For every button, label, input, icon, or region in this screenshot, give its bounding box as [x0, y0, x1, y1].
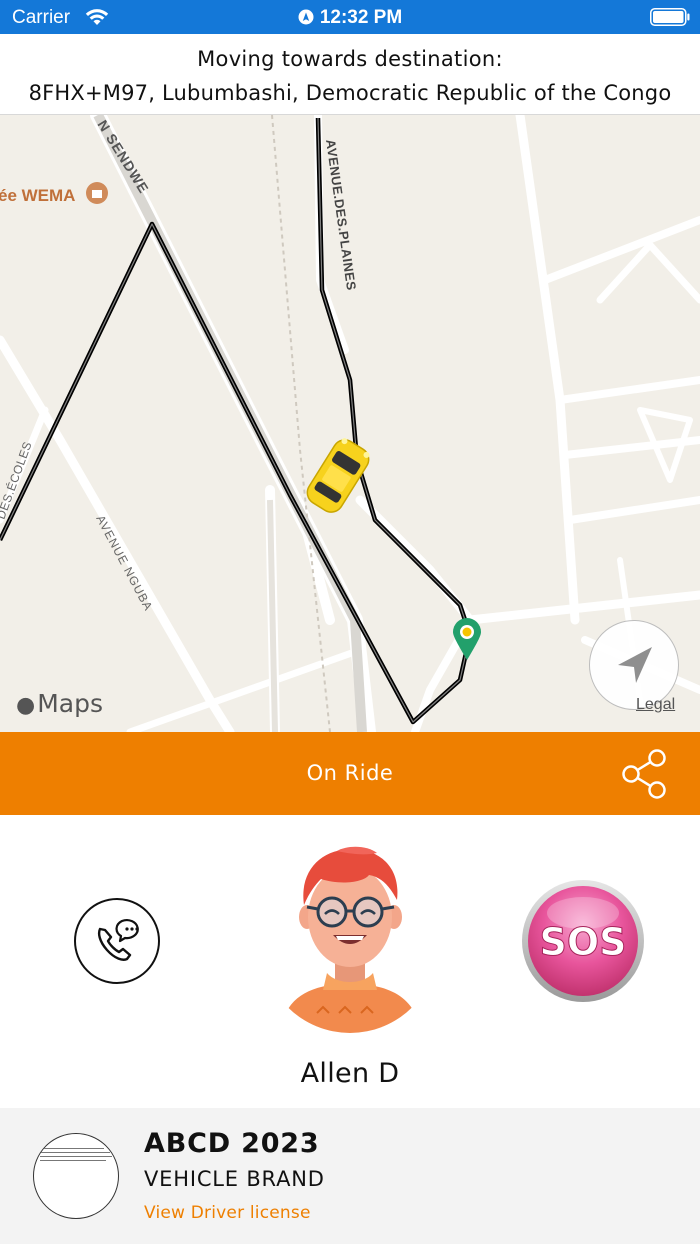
map-view[interactable]: ée WEMA N SENDWE AVENUE.DES.PLAINES AVEN… [0, 115, 700, 732]
share-icon [622, 749, 666, 799]
map-canvas: ée WEMA N SENDWE AVENUE.DES.PLAINES AVEN… [0, 115, 700, 732]
status-bar: Carrier 12:32 PM [0, 0, 700, 34]
vehicle-panel: ABCD 2023 VEHICLE BRAND View Driver lice… [0, 1108, 700, 1244]
view-driver-license-link[interactable]: View Driver license [144, 1203, 311, 1223]
ride-status-label: On Ride [306, 761, 394, 785]
apple-logo-icon: ● [16, 693, 36, 718]
sos-icon: SOS [522, 880, 644, 1002]
phone-chat-icon [97, 919, 139, 961]
poi-label: ée WEMA [0, 186, 75, 205]
ride-status-banner: On Ride [0, 732, 700, 815]
vehicle-document-thumbnail[interactable] [33, 1133, 119, 1219]
navigation-arrow-icon [618, 647, 652, 683]
share-button[interactable] [616, 746, 672, 802]
vehicle-brand: VEHICLE BRAND [144, 1167, 325, 1191]
driver-name: Allen D [300, 1058, 400, 1089]
battery-icon [650, 8, 690, 26]
destination-header: Moving towards destination: 8FHX+M97, Lu… [0, 34, 700, 115]
destination-pin-icon [453, 618, 481, 660]
sos-button[interactable]: SOS [521, 879, 645, 1003]
vehicle-plate: ABCD 2023 [144, 1128, 320, 1159]
street-label-plaines: AVENUE.DES.PLAINES [323, 138, 359, 291]
location-arrow-icon [298, 9, 314, 25]
destination-title: Moving towards destination: [197, 47, 503, 71]
driver-panel: Allen D SOS [0, 815, 700, 1108]
driver-avatar [280, 846, 421, 1033]
maps-attribution: ●Maps [16, 689, 103, 718]
sos-label: SOS [539, 920, 626, 964]
legal-link[interactable]: Legal [636, 696, 675, 714]
street-label-nguba: AVENUE NGUBA [93, 513, 155, 614]
destination-address: 8FHX+M97, Lubumbashi, Democratic Republi… [28, 81, 672, 105]
call-driver-button[interactable] [74, 898, 160, 984]
clock-time: 12:32 PM [319, 7, 403, 28]
